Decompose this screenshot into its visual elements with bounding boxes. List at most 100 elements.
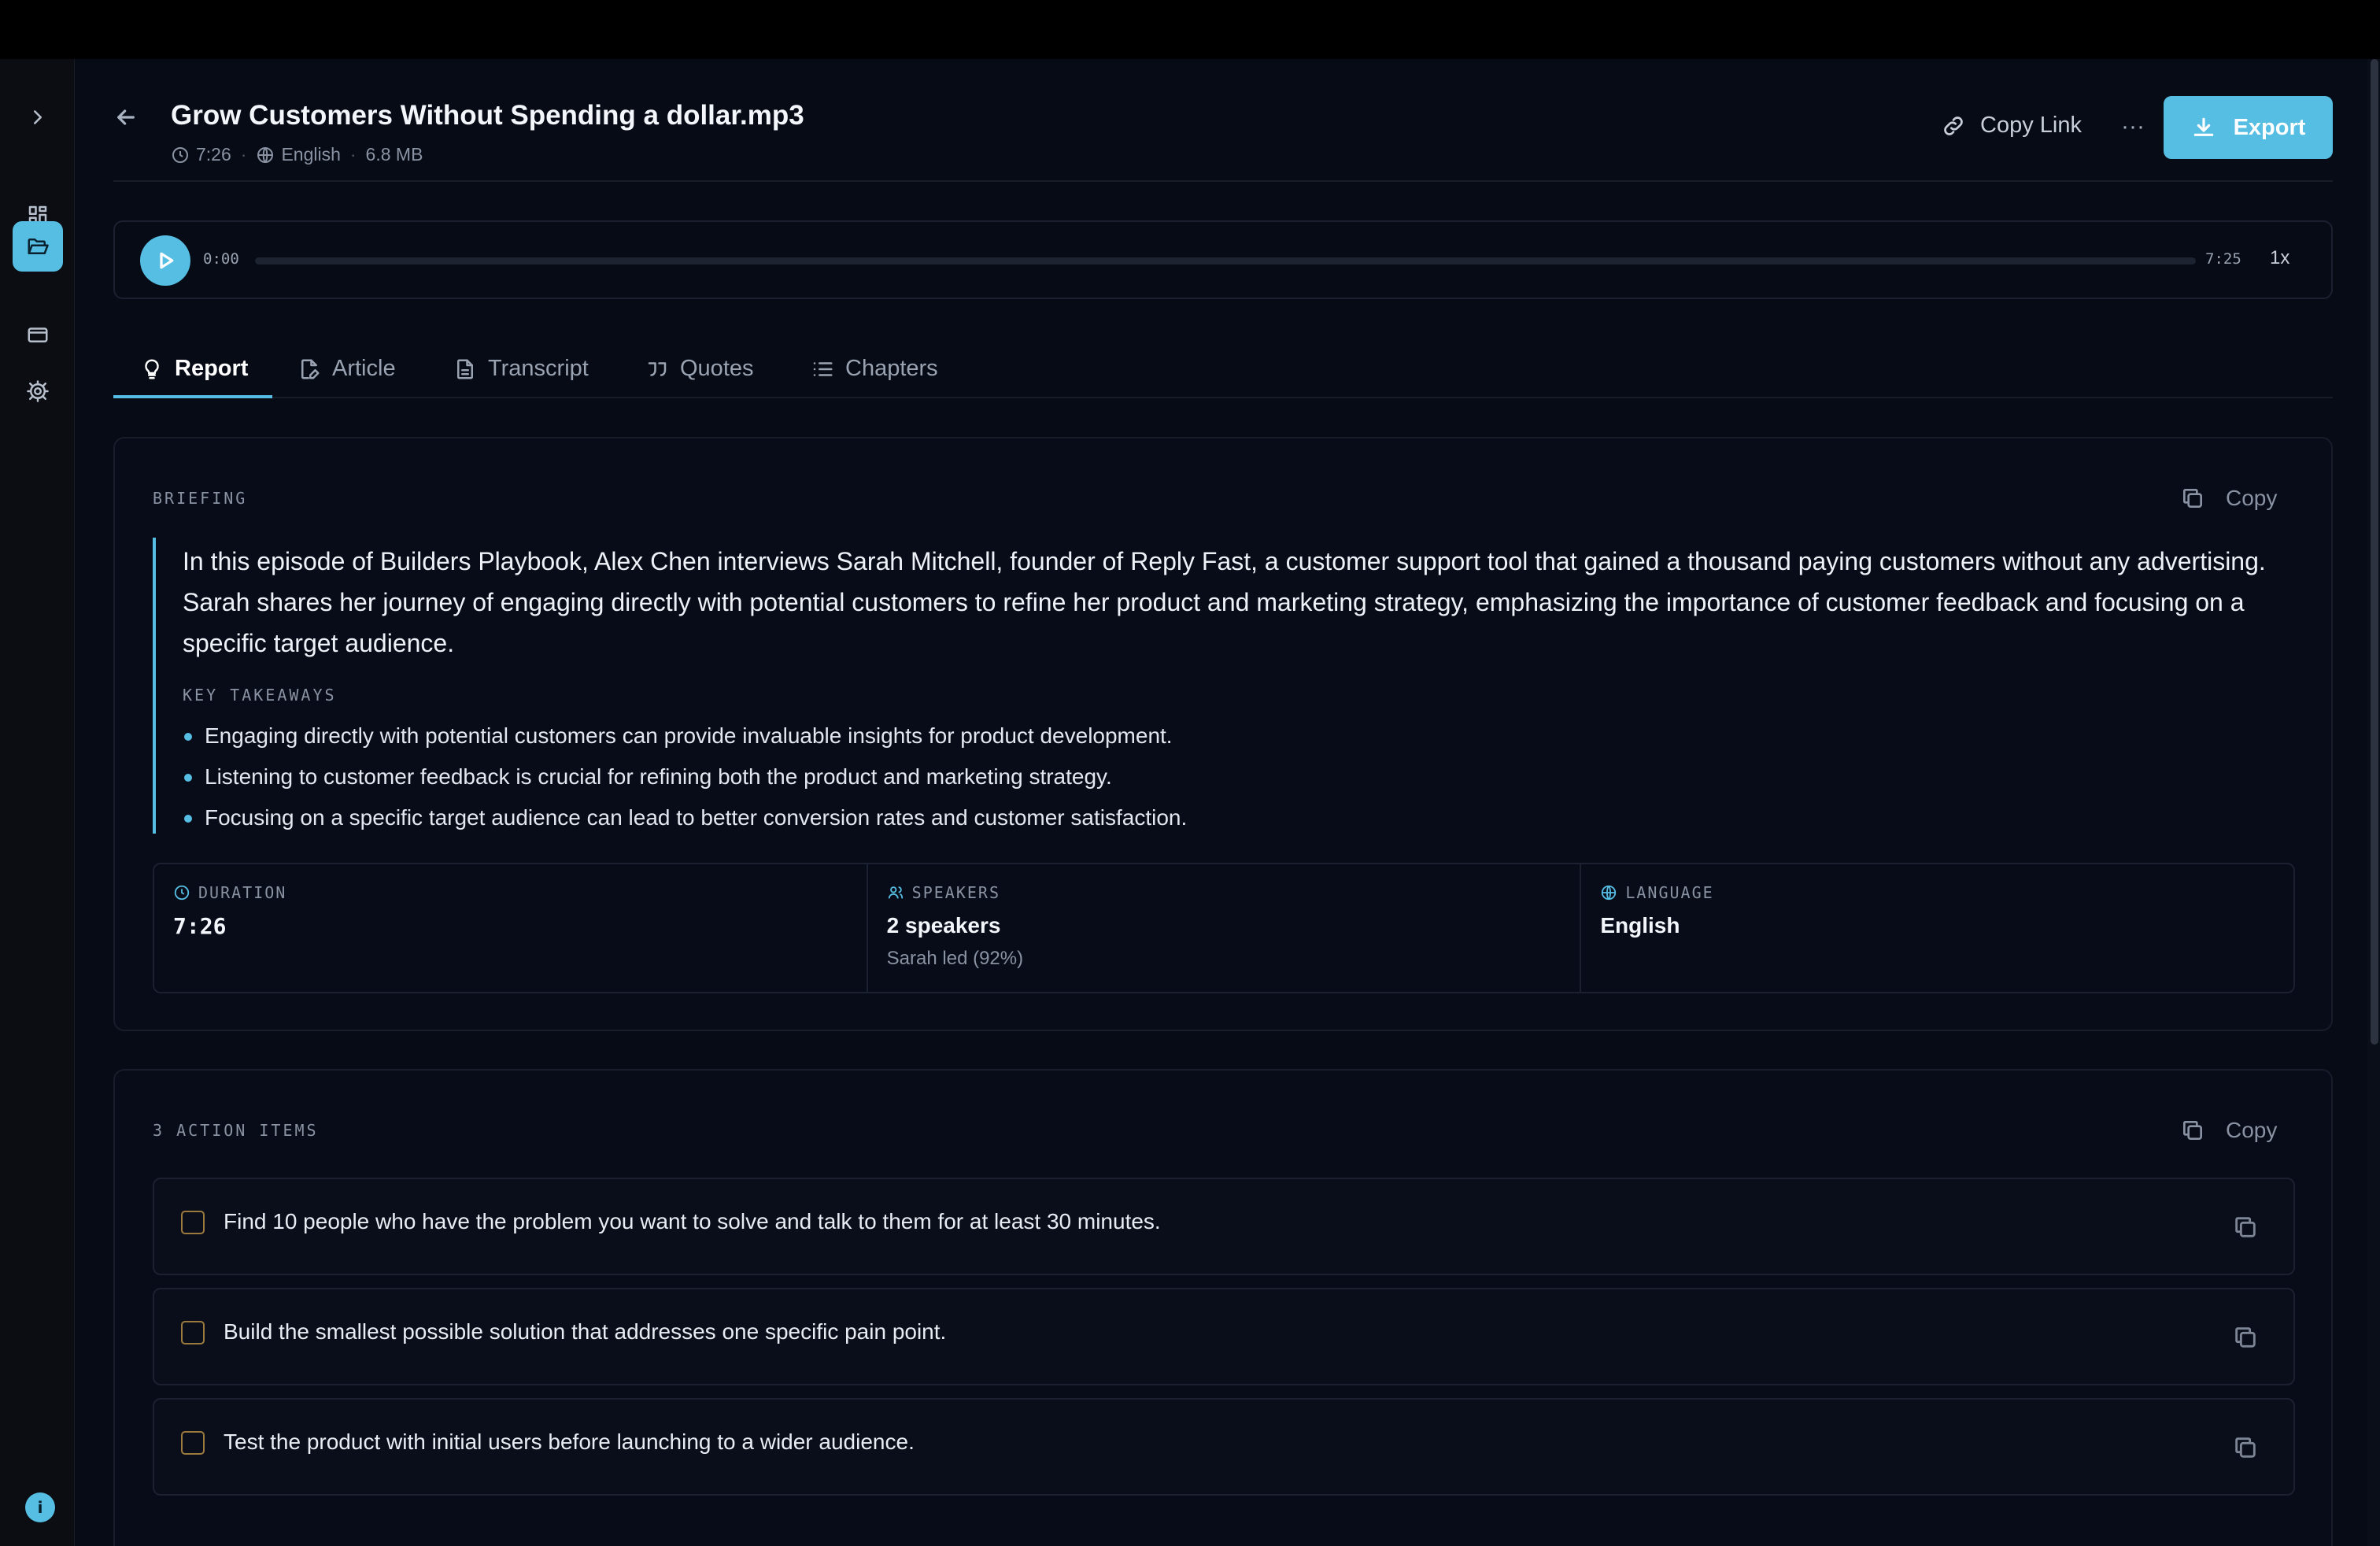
export-label: Export [2233,114,2306,140]
stat-speakers-label: SPEAKERS [887,883,1561,902]
stat-language-value: English [1600,913,1680,938]
stats-grid: DURATION 7:26 SPEAKERS 2 speakers Sarah … [153,863,2295,993]
takeaway-item: Focusing on a specific target audience c… [183,797,2286,838]
stat-duration-label-text: DURATION [198,883,287,902]
tab-article[interactable]: Article [298,346,396,398]
sidebar-item-library[interactable] [13,221,63,272]
stat-duration: DURATION 7:26 [154,864,868,992]
action-items-copy-label: Copy [2226,1118,2278,1142]
stat-language-label: LANGUAGE [1600,883,2275,902]
tab-report[interactable]: Report [113,346,272,398]
copy-icon [2235,1217,2256,1237]
page-title: Grow Customers Without Spending a dollar… [171,100,804,131]
file-header: Grow Customers Without Spending a dollar… [113,59,2333,182]
copy-link-button[interactable]: Copy Link [1941,113,2082,139]
meta-separator: · [240,144,247,165]
meta-duration: 7:26 [171,144,231,165]
chevron-right-icon [34,110,42,124]
tab-quotes[interactable]: Quotes [645,346,754,398]
meta-size: 6.8 MB [365,144,423,165]
copy-icon [2235,1327,2256,1348]
lightbulb-icon [145,359,159,379]
current-time: 0:00 [203,250,239,268]
progress-bar[interactable] [255,257,2196,264]
window-top-bar [0,0,2380,59]
tab-article-label: Article [332,356,396,381]
file-meta: 7:26 · English · 6.8 MB [171,144,423,165]
key-takeaways-list: Engaging directly with potential custome… [183,716,2286,838]
copy-link-label: Copy Link [1980,113,2082,138]
key-takeaways-label: KEY TAKEAWAYS [183,686,337,705]
audio-player: 0:00 7:25 1x [113,220,2333,299]
file-pen-icon [301,359,320,379]
globe-icon [257,146,274,163]
action-item: Find 10 people who have the problem you … [153,1178,2295,1275]
action-item: Test the product with initial users befo… [153,1398,2295,1496]
sidebar-item-settings[interactable] [13,366,63,416]
gear-icon [27,380,49,402]
briefing-body: In this episode of Builders Playbook, Al… [153,538,2286,834]
stat-speakers: SPEAKERS 2 speakers Sarah led (92%) [868,864,1582,992]
tab-report-label: Report [175,356,249,381]
action-item-copy-button[interactable] [2232,1434,2259,1461]
content-tabs: Report Article Transcript Quotes Chapter… [113,346,2333,398]
briefing-summary: In this episode of Builders Playbook, Al… [183,547,2266,657]
clock-icon [172,146,188,163]
document-icon [457,359,473,379]
tab-quotes-label: Quotes [680,356,754,381]
stat-speakers-label-text: SPEAKERS [911,883,1000,902]
folder-open-icon [28,239,49,254]
action-item-copy-button[interactable] [2232,1324,2259,1351]
stat-speakers-value: 2 speakers [886,913,1001,938]
action-items-label: 3 ACTION ITEMS [153,1121,319,1140]
action-item: Build the smallest possible solution tha… [153,1288,2295,1385]
copy-icon [2183,489,2202,508]
briefing-card: BRIEFING Copy In this episode of Builder… [113,437,2333,1031]
tab-chapters-label: Chapters [845,356,938,381]
tab-chapters[interactable]: Chapters [811,346,938,398]
quote-icon [648,362,667,376]
action-item-checkbox[interactable] [181,1211,205,1234]
stat-speakers-sub: Sarah led (92%) [886,948,1024,969]
meta-language: English [256,144,341,165]
meta-separator: · [349,144,357,165]
more-options-button[interactable]: ··· [2119,113,2147,141]
action-items-card: 3 ACTION ITEMS Copy Find 10 people who h… [113,1069,2333,1546]
sidebar-item-billing[interactable] [13,309,63,360]
back-button[interactable] [113,105,139,130]
briefing-copy-button[interactable]: Copy [2180,486,2277,511]
stat-language-label-text: LANGUAGE [1625,883,1714,902]
globe-icon [1602,885,1617,901]
play-button[interactable] [140,235,190,286]
playback-speed-button[interactable]: 1x [2270,247,2289,269]
stat-duration-value: 7:26 [173,913,227,939]
stat-duration-label: DURATION [173,883,848,902]
action-item-checkbox[interactable] [181,1431,205,1455]
info-badge[interactable]: i [25,1492,55,1522]
action-items-copy-button[interactable]: Copy [2180,1118,2277,1143]
credit-card-icon [28,327,48,342]
sidebar-expand-button[interactable] [13,92,63,142]
copy-icon [2183,1121,2202,1140]
copy-icon [2235,1437,2256,1458]
briefing-label: BRIEFING [153,489,248,508]
tab-transcript[interactable]: Transcript [453,346,589,398]
meta-language-value: English [281,144,341,165]
total-time: 7:25 [2205,250,2241,268]
play-icon [160,252,174,269]
briefing-copy-label: Copy [2226,486,2278,510]
users-icon [888,886,903,899]
link-icon [1944,116,1963,135]
takeaway-item: Engaging directly with potential custome… [183,716,2286,756]
takeaway-item: Listening to customer feedback is crucia… [183,756,2286,797]
export-button[interactable]: Export [2164,96,2333,159]
download-icon [2193,117,2213,136]
stat-language: LANGUAGE English [1581,864,2293,992]
meta-duration-value: 7:26 [196,144,231,165]
scrollbar-thumb[interactable] [2371,59,2378,1045]
sidebar [0,59,75,1546]
action-item-copy-button[interactable] [2232,1214,2259,1241]
tab-transcript-label: Transcript [488,356,589,381]
action-item-checkbox[interactable] [181,1321,205,1344]
action-item-text: Test the product with initial users befo… [224,1429,915,1454]
